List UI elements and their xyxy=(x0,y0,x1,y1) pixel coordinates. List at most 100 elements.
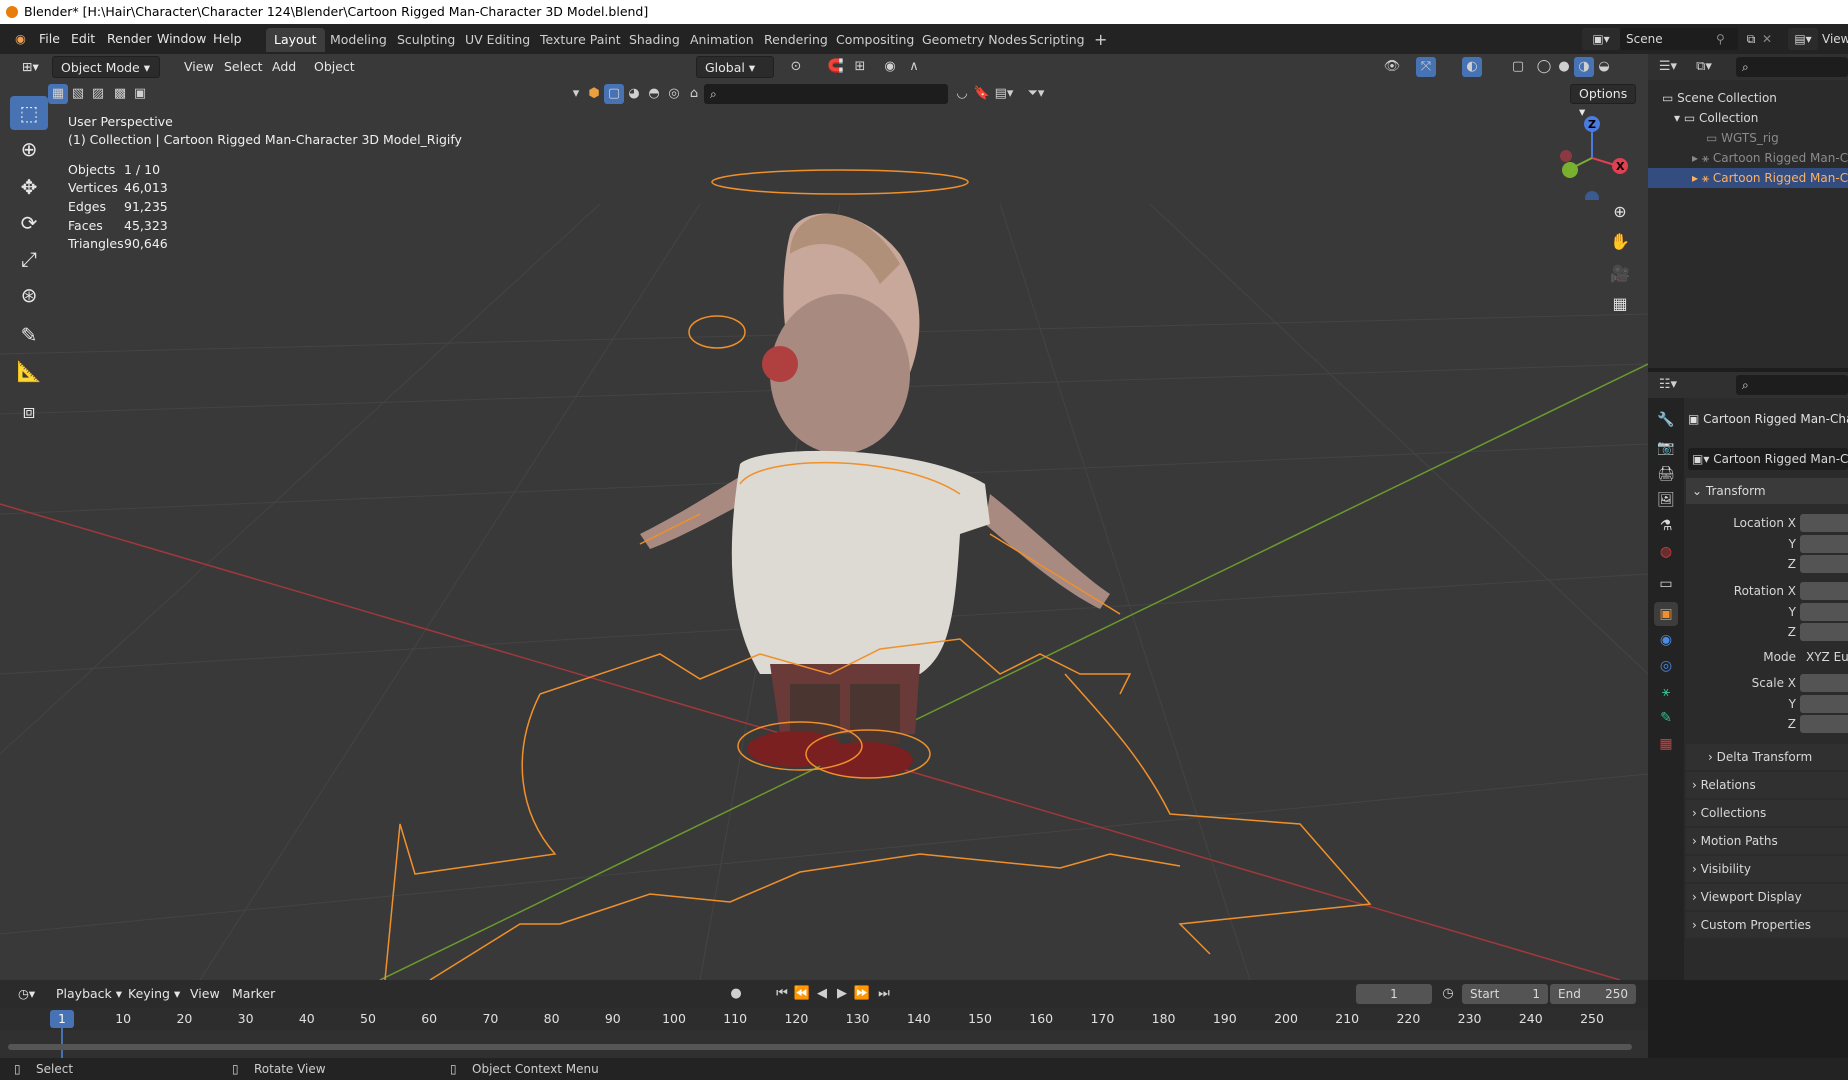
rotation-x-field[interactable] xyxy=(1800,582,1848,600)
viewport-menu-view[interactable]: View xyxy=(176,56,222,78)
start-frame-field[interactable]: Start 1 xyxy=(1462,984,1548,1004)
annotate-tool-icon[interactable]: ✎ xyxy=(10,318,48,352)
visible-filter-icon[interactable]: ▢ xyxy=(604,84,624,104)
play-icon[interactable]: ▶ xyxy=(832,984,852,1004)
playhead-frame-badge[interactable]: 1 xyxy=(50,1010,74,1028)
world-filter-icon[interactable]: ◎ xyxy=(664,84,684,104)
collections-panel[interactable]: › Collections xyxy=(1686,800,1848,826)
outliner-row[interactable]: ▸ ⚹ Cartoon Rigged Man-C xyxy=(1648,148,1848,168)
outliner-row-selected[interactable]: ▸ ⚹ Cartoon Rigged Man-C xyxy=(1648,168,1848,188)
menu-edit[interactable]: Edit xyxy=(64,24,102,54)
visibility-panel[interactable]: › Visibility xyxy=(1686,856,1848,882)
viewport-menu-object[interactable]: Object xyxy=(306,56,363,78)
view-layer-field[interactable]: View xyxy=(1822,28,1848,50)
record-icon[interactable]: ● xyxy=(726,984,746,1004)
3d-viewport[interactable]: ⊞▾ Object Mode ▾ View Select Add Object … xyxy=(0,54,1648,980)
solid-filter-icon[interactable]: ◕ xyxy=(624,84,644,104)
clock-icon[interactable]: ◷ xyxy=(1438,984,1458,1004)
tab-compositing[interactable]: Compositing xyxy=(828,28,922,52)
keying-menu[interactable]: Keying ▾ xyxy=(120,983,188,1005)
add-workspace-icon[interactable]: + xyxy=(1086,28,1115,52)
add-cube-tool-icon[interactable]: ⧈ xyxy=(10,394,48,428)
select-intersect-icon[interactable]: ▩ xyxy=(110,84,130,104)
tab-animation[interactable]: Animation xyxy=(682,28,762,52)
object-datablock-field[interactable]: ▣▾ Cartoon Rigged Man-Cha xyxy=(1688,448,1848,470)
tab-modeling[interactable]: Modeling xyxy=(322,28,395,52)
prev-keyframe-icon[interactable]: ⏪ xyxy=(792,984,812,1004)
rotation-y-field[interactable] xyxy=(1800,603,1848,621)
object-mode-dropdown[interactable]: Object Mode ▾ xyxy=(52,56,160,78)
jump-end-icon[interactable]: ⏭ xyxy=(874,984,894,1004)
camera-view-icon[interactable]: 🎥 xyxy=(1606,260,1634,288)
filter-dropdown-icon[interactable]: ▾ xyxy=(566,84,586,104)
end-frame-field[interactable]: End 250 xyxy=(1550,984,1636,1004)
outliner-editor-type-icon[interactable]: ☰▾ xyxy=(1658,57,1678,77)
tab-sculpting[interactable]: Sculpting xyxy=(389,28,463,52)
pan-hand-icon[interactable]: ✋ xyxy=(1606,228,1634,256)
pivot-point-icon[interactable]: ⊙ xyxy=(786,57,806,77)
transform-tool-icon[interactable]: ⊛ xyxy=(10,278,48,312)
cursor-tool-icon[interactable]: ⊕ xyxy=(10,132,48,166)
viewport-menu-add[interactable]: Add xyxy=(264,56,304,78)
pin-icon[interactable]: ⚲ xyxy=(1716,28,1736,50)
select-subtract-icon[interactable]: ▨ xyxy=(88,84,108,104)
material-shading-icon[interactable]: ◑ xyxy=(1574,57,1594,77)
jump-start-icon[interactable]: ⏮ xyxy=(772,984,792,1004)
select-new-icon[interactable]: ▦ xyxy=(48,84,68,104)
menu-help[interactable]: Help xyxy=(206,24,249,54)
outliner-row[interactable]: ▭ Scene Collection xyxy=(1648,88,1848,108)
viewport-display-panel[interactable]: › Viewport Display xyxy=(1686,884,1848,910)
object-type-icon[interactable]: ⬢ xyxy=(584,84,604,104)
tab-geometry-nodes[interactable]: Geometry Nodes xyxy=(914,28,1035,52)
timeline-menu-marker[interactable]: Marker xyxy=(224,983,283,1005)
scale-x-field[interactable] xyxy=(1800,674,1848,692)
transform-orientation-dropdown[interactable]: Global ▾ xyxy=(696,56,774,78)
xray-icon[interactable]: ▢ xyxy=(1508,57,1528,77)
character-model[interactable] xyxy=(640,169,1110,778)
motion-paths-panel[interactable]: › Motion Paths xyxy=(1686,828,1848,854)
timeline-menu-view[interactable]: View xyxy=(182,983,228,1005)
tool-tab-icon[interactable]: 🔧 xyxy=(1654,408,1678,432)
delta-transform-panel[interactable]: › Delta Transform xyxy=(1686,744,1848,770)
properties-editor-type-icon[interactable]: ☷▾ xyxy=(1658,375,1678,395)
custom-properties-panel[interactable]: › Custom Properties xyxy=(1686,912,1848,938)
select-extend-icon[interactable]: ▧ xyxy=(68,84,88,104)
output-tab-icon[interactable]: 🖨 xyxy=(1654,462,1678,486)
gizmo-toggle-icon[interactable]: ⤧ xyxy=(1416,57,1436,77)
view-layer-icon[interactable]: ▤▾ xyxy=(1788,28,1818,50)
gizmo-y-icon[interactable] xyxy=(1562,162,1578,178)
viewport-menu-select[interactable]: Select xyxy=(216,56,271,78)
scale-y-field[interactable] xyxy=(1800,695,1848,713)
material-filter-icon[interactable]: ◓ xyxy=(644,84,664,104)
scene-tab-icon[interactable]: ⚗ xyxy=(1654,514,1678,538)
light-filter-icon[interactable]: ⌂ xyxy=(684,84,704,104)
outliner-row[interactable]: ▭ WGTS_rig xyxy=(1648,128,1848,148)
overlay-toggle-icon[interactable]: ◐ xyxy=(1462,57,1482,77)
world-tab-icon[interactable]: ◍ xyxy=(1654,540,1678,564)
transform-panel-header[interactable]: ⌄ Transform xyxy=(1686,478,1848,504)
location-z-field[interactable] xyxy=(1800,555,1848,573)
rotation-z-field[interactable] xyxy=(1800,623,1848,641)
current-frame-field[interactable]: 1 xyxy=(1356,984,1432,1004)
tab-layout[interactable]: Layout xyxy=(266,28,325,52)
tab-rendering[interactable]: Rendering xyxy=(756,28,836,52)
view-layer-tab-icon[interactable]: 🖼 xyxy=(1654,488,1678,512)
funnel-filter-icon[interactable]: ⏷▾ xyxy=(1026,84,1046,104)
collection-tab-icon[interactable]: ▭ xyxy=(1654,572,1678,596)
scene-selector-icon[interactable]: ▣▾ xyxy=(1582,28,1620,50)
scale-tool-icon[interactable]: ⤢ xyxy=(10,242,48,276)
select-invert-icon[interactable]: ▣ xyxy=(130,84,150,104)
zoom-icon[interactable]: ⊕ xyxy=(1606,198,1634,226)
snap-icon[interactable]: 🧲 xyxy=(826,57,846,77)
timeline-editor-type-icon[interactable]: ◷▾ xyxy=(10,983,43,1005)
ortho-grid-icon[interactable]: ▦ xyxy=(1606,290,1634,318)
falloff-icon[interactable]: ∧ xyxy=(904,57,924,77)
texture-tab-icon[interactable]: ▦ xyxy=(1654,732,1678,756)
blender-menu-icon[interactable]: ◉ xyxy=(8,24,33,54)
outliner-row[interactable]: ▾ ▭ Collection xyxy=(1648,108,1848,128)
filter-view-icon[interactable]: ◡ xyxy=(952,84,972,104)
options-dropdown[interactable]: Options ▾ xyxy=(1570,84,1636,119)
render-tab-icon[interactable]: 📷 xyxy=(1654,436,1678,460)
tab-uv-editing[interactable]: UV Editing xyxy=(457,28,538,52)
menu-file[interactable]: File xyxy=(32,24,67,54)
